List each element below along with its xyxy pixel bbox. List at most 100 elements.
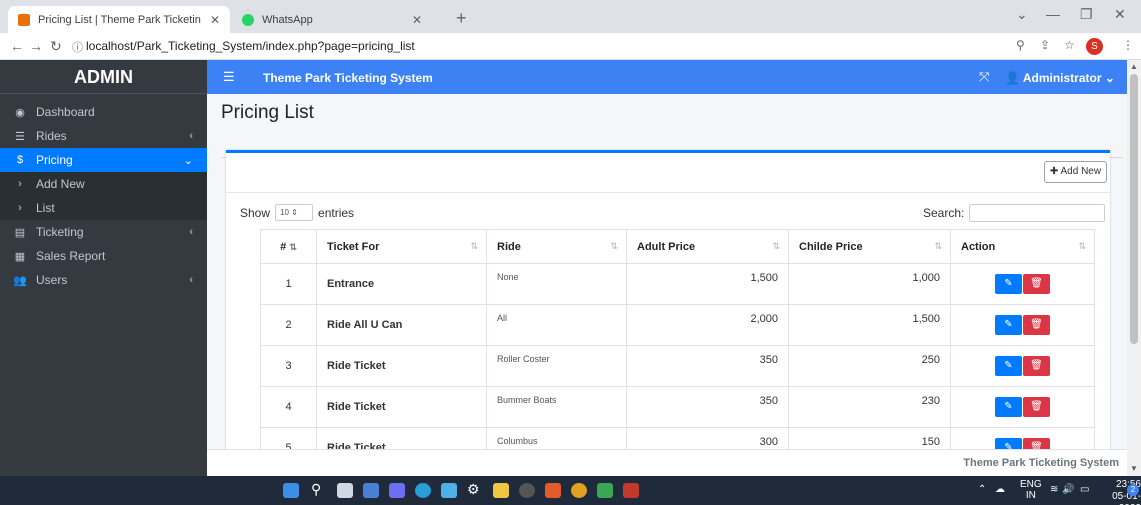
edit-button[interactable]: ✎ [995,438,1022,449]
scroll-down-arrow-icon[interactable]: ▼ [1130,464,1138,473]
add-new-button[interactable]: ✚ Add New [1044,161,1107,183]
delete-button[interactable]: 🗑 [1023,315,1050,335]
sort-icon: ⇅ [934,241,942,251]
adult-price-cell: 2,000 [626,304,789,346]
table-row: 2 Ride All U Can All 2,000 1,500 ✎ 🗑 [260,304,1095,346]
share-icon[interactable]: ⇪ [1040,38,1050,52]
forward-arrow-icon[interactable]: → [29,38,43,54]
notification-badge[interactable]: 2 [1127,484,1139,496]
row-number: 3 [260,345,317,387]
sidebar-item-dashboard[interactable]: ◉ Dashboard [0,100,207,124]
browser-tab-pricing-list[interactable]: Pricing List | Theme Park Ticketin ✕ [8,6,230,33]
teams-chat-icon[interactable] [389,483,405,498]
ticket-for-cell: Ride Ticket [316,427,487,449]
edit-icon: ✎ [1004,360,1013,371]
delete-button[interactable]: 🗑 [1023,274,1050,294]
tab-search-chevron-icon[interactable]: ⌄ [1016,6,1028,23]
address-bar: ← → ↻ ⓘ localhost/Park_Ticketing_System/… [0,33,1141,60]
language-indicator[interactable]: ENG IN [1020,479,1042,501]
edge-browser-icon[interactable] [415,483,431,498]
tray-overflow-icon[interactable]: ⌃ [978,484,986,495]
app-icon[interactable] [519,483,535,498]
action-cell: ✎ 🗑 [950,263,1095,305]
sidebar-item-list[interactable]: › List [0,196,207,220]
search-input[interactable] [969,204,1106,222]
trash-icon: 🗑 [1030,360,1043,371]
close-tab-icon[interactable]: ✕ [210,13,220,27]
battery-icon[interactable]: ▭ [1080,484,1089,495]
file-explorer-icon[interactable] [493,483,509,498]
hamburger-menu-icon[interactable]: ☰ [223,69,235,85]
whatsapp-favicon-icon [242,13,254,26]
row-number: 5 [260,427,317,449]
edit-button[interactable]: ✎ [995,356,1022,376]
top-navbar: ☰ Theme Park Ticketing System ⤧ 👤 Admini… [207,60,1127,94]
ticket-for-cell: Ride Ticket [316,345,487,387]
restore-icon[interactable]: ❐ [1080,6,1093,23]
users-icon: 👥 [13,274,27,287]
scrollbar-thumb[interactable] [1130,74,1138,344]
sidebar-item-users[interactable]: 👥 Users ‹ [0,268,207,292]
app-icon[interactable] [597,483,613,498]
delete-button[interactable]: 🗑 [1023,356,1050,376]
wifi-icon[interactable]: ≋ [1050,484,1058,495]
ride-cell: Roller Coster [486,345,627,387]
bookmark-star-icon[interactable]: ☆ [1064,38,1075,52]
edit-button[interactable]: ✎ [995,315,1022,335]
entries-select[interactable]: 10 ⇕ [275,204,314,221]
user-menu[interactable]: 👤 Administrator ⌄ [1005,71,1115,85]
scroll-up-arrow-icon[interactable]: ▲ [1130,62,1138,71]
delete-button[interactable]: 🗑 [1023,397,1050,417]
back-arrow-icon[interactable]: ← [10,38,24,54]
chrome-browser-icon[interactable] [571,483,587,498]
site-favicon-icon [18,13,30,26]
powerpoint-icon[interactable] [623,483,639,498]
chevron-down-icon: ⌄ [1104,71,1115,85]
fullscreen-icon[interactable]: ⤧ [979,69,989,85]
sidebar-item-ticketing[interactable]: ▤ Ticketing ‹ [0,220,207,244]
sidebar-item-add-new[interactable]: › Add New [0,172,207,196]
url-input[interactable]: localhost/Park_Ticketing_System/index.ph… [86,39,415,53]
page-scrollbar[interactable]: ▲ ▼ [1127,60,1141,476]
sort-icon: ⇅ [610,241,618,251]
windows-start-icon[interactable] [283,483,299,498]
volume-icon[interactable]: 🔊 [1062,484,1074,495]
profile-avatar[interactable]: S [1086,38,1103,55]
ride-cell: Bummer Boats [486,386,627,428]
widgets-icon[interactable] [363,483,379,498]
new-tab-button[interactable]: + [456,8,467,29]
sidebar-item-sales-report[interactable]: ▦ Sales Report [0,244,207,268]
task-view-icon[interactable] [337,483,353,498]
settings-icon[interactable]: ⚙ [467,481,483,497]
delete-button[interactable]: 🗑 [1023,438,1050,449]
browser-tab-whatsapp[interactable]: WhatsApp ✕ [232,6,432,33]
office-icon[interactable] [545,483,561,498]
search-icon[interactable]: ⚲ [311,481,327,497]
site-info-icon[interactable]: ⓘ [72,39,83,55]
zoom-icon[interactable]: ⚲ [1016,38,1025,52]
edit-button[interactable]: ✎ [995,397,1022,417]
sidebar-item-rides[interactable]: ☰ Rides ‹ [0,124,207,148]
minimize-icon[interactable]: — [1046,6,1060,22]
edit-button[interactable]: ✎ [995,274,1022,294]
column-header-childe-price[interactable]: Childe Price ⇅ [788,229,951,264]
child-price-cell: 1,500 [788,304,951,346]
reload-icon[interactable]: ↻ [50,38,62,55]
column-header-ticket-for[interactable]: Ticket For ⇅ [316,229,487,264]
entries-label: entries [318,205,355,220]
child-price-cell: 250 [788,345,951,387]
close-tab-icon[interactable]: ✕ [412,13,422,27]
column-header-ride[interactable]: Ride ⇅ [486,229,627,264]
page-footer: Theme Park Ticketing System [207,449,1127,476]
close-window-icon[interactable]: ✕ [1114,6,1126,23]
trash-icon: 🗑 [1030,401,1043,412]
browser-menu-icon[interactable]: ⋮ [1122,38,1134,52]
column-header-number[interactable]: # ⇅ [260,229,317,264]
onedrive-cloud-icon[interactable]: ☁ [995,484,1005,495]
user-name: Administrator [1022,71,1102,85]
store-icon[interactable] [441,483,457,498]
column-header-adult-price[interactable]: Adult Price ⇅ [626,229,789,264]
column-header-action[interactable]: Action ⇅ [950,229,1095,264]
sidebar-brand[interactable]: ADMIN [0,60,207,94]
sidebar-item-pricing[interactable]: $ Pricing ⌄ [0,148,207,172]
